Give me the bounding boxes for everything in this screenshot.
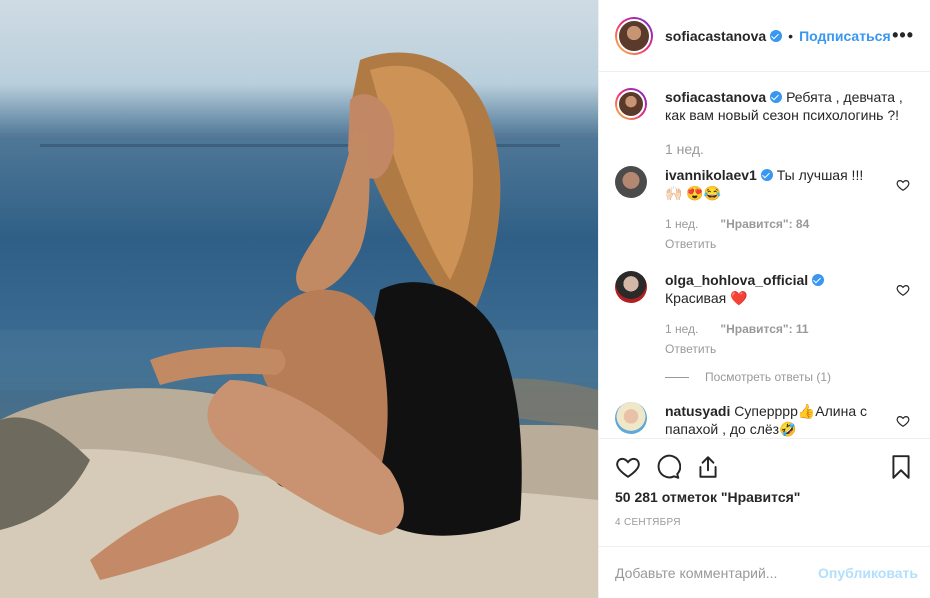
caption-timestamp[interactable]: 1 нед. <box>665 141 914 157</box>
comment-like-heart-icon[interactable] <box>896 178 910 192</box>
bookmark-icon[interactable] <box>888 454 914 480</box>
commenter-avatar[interactable] <box>615 402 647 434</box>
view-replies-line <box>665 376 689 378</box>
comment-text: Красивая ❤️ <box>665 290 748 306</box>
author-avatar[interactable] <box>615 16 653 55</box>
post-header: sofiacastanova • Подписаться ••• <box>599 0 930 72</box>
more-options-icon[interactable]: ••• <box>892 25 914 46</box>
commenter-username[interactable]: olga_hohlova_official <box>665 272 808 288</box>
share-icon[interactable] <box>695 454 721 480</box>
comment-timestamp[interactable]: 1 нед. <box>665 215 698 233</box>
comment-meta: 1 нед. "Нравится": 11 <box>665 320 879 338</box>
comment-meta: 1 нед. "Нравится": 84 <box>665 215 879 233</box>
comment-item: ivannikolaev1 Ты лучшая !!! 🙌🏻 😍😂 1 нед.… <box>615 166 914 253</box>
comment-item: olga_hohlova_official Красивая ❤️ 1 нед.… <box>615 271 914 358</box>
reply-button[interactable]: Ответить <box>665 340 879 358</box>
like-heart-icon[interactable] <box>615 454 641 480</box>
commenter-username[interactable]: ivannikolaev1 <box>665 167 757 183</box>
beach-photo-illustration <box>0 52 598 598</box>
likes-count[interactable]: 50 281 отметок "Нравится" <box>615 489 914 505</box>
follow-button[interactable]: Подписаться <box>799 28 891 44</box>
view-replies-label[interactable]: Посмотреть ответы (1) <box>705 370 831 384</box>
comment-timestamp[interactable]: 1 нед. <box>665 320 698 338</box>
comment-like-count[interactable]: "Нравится": 84 <box>720 215 809 233</box>
post-date[interactable]: 4 СЕНТЯБРЯ <box>615 517 914 528</box>
publish-button[interactable]: Опубликовать <box>818 565 918 581</box>
reply-button[interactable]: Ответить <box>665 235 879 253</box>
verified-badge-icon <box>760 169 773 181</box>
verified-badge-icon <box>812 274 825 286</box>
author-username[interactable]: sofiacastanova <box>665 28 766 44</box>
add-comment-bar: Опубликовать <box>599 546 930 598</box>
caption-username[interactable]: sofiacastanova <box>665 89 766 105</box>
comment-like-heart-icon[interactable] <box>896 283 910 297</box>
commenter-avatar[interactable] <box>615 166 647 198</box>
instagram-post: sofiacastanova • Подписаться ••• sofiaca… <box>0 0 930 598</box>
commenter-avatar[interactable] <box>615 271 647 303</box>
comment-like-count[interactable]: "Нравится": 11 <box>720 320 808 338</box>
post-photo[interactable] <box>0 0 598 598</box>
verified-badge-icon <box>770 29 783 42</box>
action-icons-row <box>615 447 914 487</box>
comments-list[interactable]: sofiacastanova Ребята , девчата , как ва… <box>599 72 930 438</box>
separator-dot: • <box>788 27 794 44</box>
commenter-username[interactable]: natusyadi <box>665 403 730 419</box>
caption-avatar[interactable] <box>615 88 647 120</box>
post-side-panel: sofiacastanova • Подписаться ••• sofiaca… <box>598 0 930 598</box>
comment-bubble-icon[interactable] <box>655 454 681 480</box>
verified-badge-icon <box>770 91 783 103</box>
comment-like-heart-icon[interactable] <box>896 414 910 428</box>
post-caption: sofiacastanova Ребята , девчата , как ва… <box>615 88 914 124</box>
view-replies-button[interactable]: Посмотреть ответы (1) <box>665 370 914 384</box>
comment-item: natusyadi Суперррр👍Алина с папахой , до … <box>615 402 914 438</box>
comment-input[interactable] <box>615 564 819 581</box>
post-actions: 50 281 отметок "Нравится" 4 СЕНТЯБРЯ <box>599 438 930 528</box>
